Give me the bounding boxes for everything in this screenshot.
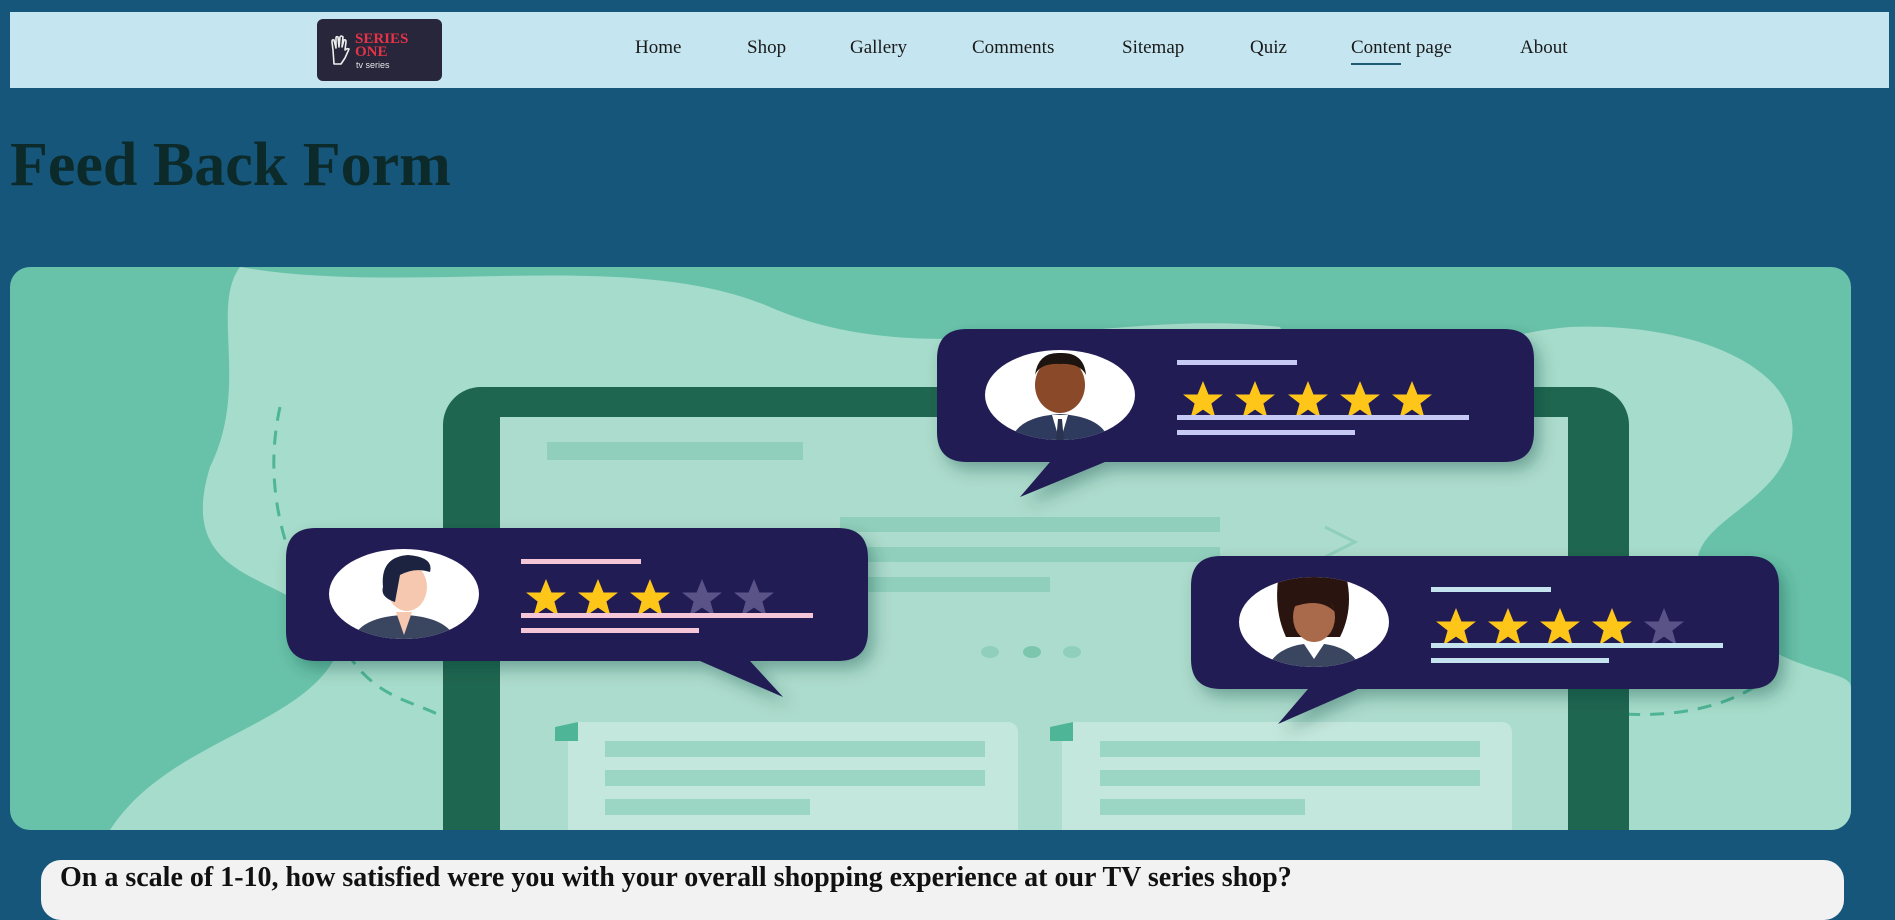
navbar: SERIES ONE tv series Home Shop Gallery C… bbox=[10, 12, 1889, 88]
feedback-illustration bbox=[110, 267, 1851, 830]
nav-home[interactable]: Home bbox=[635, 37, 681, 59]
nav-quiz[interactable]: Quiz bbox=[1250, 37, 1287, 59]
nav-comments[interactable]: Comments bbox=[972, 37, 1054, 59]
nav-gallery[interactable]: Gallery bbox=[850, 37, 907, 59]
hand-icon bbox=[331, 35, 350, 65]
nav-content-page[interactable]: Content page bbox=[1351, 37, 1452, 65]
hero-illustration bbox=[10, 267, 1851, 830]
logo-text-subtitle: tv series bbox=[356, 60, 390, 70]
feedback-question-card: On a scale of 1-10, how satisfied were y… bbox=[41, 860, 1844, 920]
question-satisfaction-scale: On a scale of 1-10, how satisfied were y… bbox=[60, 862, 1292, 893]
nav-sitemap[interactable]: Sitemap bbox=[1122, 37, 1184, 59]
nav-shop[interactable]: Shop bbox=[747, 37, 786, 59]
brand-logo[interactable]: SERIES ONE tv series bbox=[317, 19, 442, 81]
nav-about[interactable]: About bbox=[1520, 37, 1568, 59]
page-title: Feed Back Form bbox=[10, 131, 451, 199]
logo-text-one: ONE bbox=[355, 44, 388, 60]
